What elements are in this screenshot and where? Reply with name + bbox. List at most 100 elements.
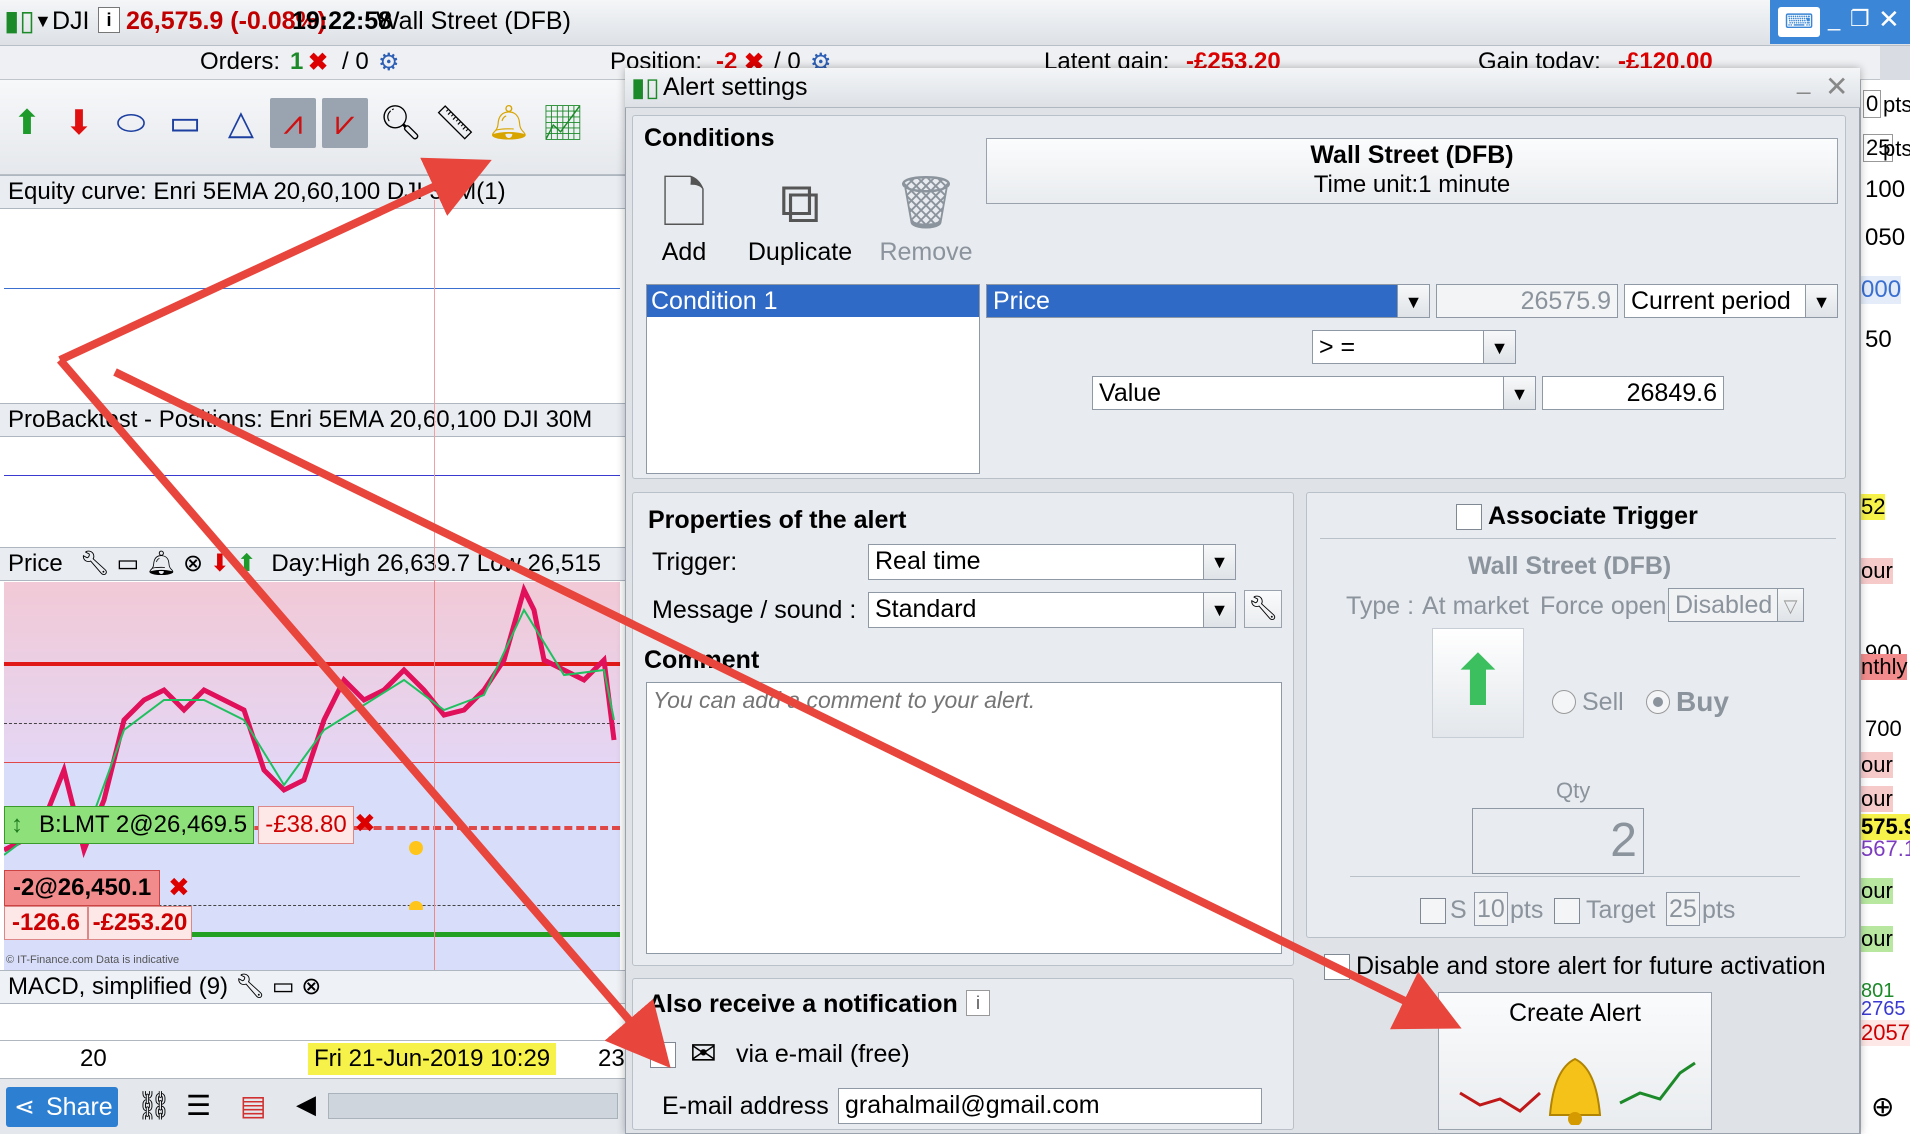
force-open-select[interactable]: Disabled ▽	[1668, 588, 1804, 622]
add-document-icon: 🗋︎	[661, 171, 707, 234]
limit-order-tag[interactable]: ↕ B:LMT 2@26,469.5	[4, 806, 254, 844]
price-select-chevron-icon: ▼	[1397, 285, 1429, 317]
symbol-label[interactable]: DJI	[52, 0, 90, 42]
orders-count[interactable]: 1	[290, 48, 303, 76]
restore-icon[interactable]: ❐	[1850, 6, 1870, 32]
stop-input[interactable]: 10	[1474, 892, 1508, 926]
cancel-orders-icon[interactable]: ✖	[308, 48, 328, 77]
trigger-select[interactable]: Real time ▼	[868, 544, 1236, 580]
instrument-box: Wall Street (DFB) Time unit:1 minute	[986, 138, 1838, 204]
trigger-select-value: Real time	[875, 547, 981, 575]
operator-select[interactable]: > = ▼	[1312, 330, 1516, 364]
period-chevron-icon: ▼	[1805, 285, 1837, 317]
ellipse-tool-icon[interactable]: ⬭	[108, 98, 154, 148]
trendline-tool-icon[interactable]: ⩘	[270, 98, 316, 148]
share-label: Share	[46, 1093, 113, 1121]
channel-tool-icon[interactable]: ⩗	[322, 98, 368, 148]
condition-list-item[interactable]: Condition 1	[647, 285, 979, 317]
dialog-titlebar[interactable]: ▮▯ Alert settings _ ✕	[625, 68, 1860, 108]
sound-select[interactable]: Standard ▼	[868, 592, 1236, 628]
link-icon[interactable]: ⛓︎	[136, 1089, 172, 1122]
close-position-tag-icon[interactable]: ✖	[168, 872, 190, 903]
limit-order-label: B:LMT 2@26,469.5	[39, 811, 248, 838]
zoom-in-icon[interactable]: ⊕	[1871, 1090, 1894, 1123]
macd-window-icon[interactable]: ▭	[272, 973, 295, 1000]
share-button[interactable]: ⋖ Share	[6, 1087, 118, 1127]
scroll-left-icon[interactable]: ◀	[296, 1089, 316, 1120]
value-input[interactable]: 26849.6	[1542, 376, 1724, 410]
chevron-down-icon[interactable]: ▼	[34, 0, 52, 42]
macd-wrench-icon[interactable]: 🔧︎	[235, 973, 265, 1000]
probacktest-panel-header: ProBacktest - Positions: Enri 5EMA 20,60…	[0, 403, 625, 437]
stop-checkbox[interactable]	[1420, 898, 1446, 924]
ladder-icon[interactable]: ▤	[240, 1089, 266, 1122]
cancel-limit-icon[interactable]: ✖	[354, 808, 376, 839]
right-axis-13: our	[1861, 752, 1893, 778]
candlestick-icon[interactable]: ▮▯	[4, 0, 35, 42]
minimize-icon[interactable]: _	[1828, 6, 1840, 32]
email-address-input[interactable]: grahalmail@gmail.com	[838, 1088, 1262, 1124]
period-select[interactable]: Current period ▼	[1624, 284, 1838, 318]
triangle-tool-icon[interactable]: △	[218, 98, 264, 148]
target-checkbox[interactable]	[1554, 898, 1580, 924]
associate-trigger-checkbox[interactable]	[1456, 504, 1482, 530]
duplicate-label: Duplicate	[747, 238, 853, 266]
stop-unit: pts	[1510, 896, 1544, 924]
dialog-minimize-icon[interactable]: _	[1797, 68, 1810, 96]
position-tag[interactable]: -2@26,450.1	[4, 870, 160, 906]
indicator-icon[interactable]: 📈︎	[540, 98, 586, 148]
ruler-icon[interactable]: 📏︎	[432, 98, 478, 148]
stop-label: S	[1450, 896, 1467, 924]
notification-info-icon[interactable]: i	[966, 990, 990, 1016]
sound-select-value: Standard	[875, 595, 977, 623]
sound-settings-button[interactable]: 🔧︎	[1244, 590, 1282, 628]
right-axis-5: 050	[1865, 224, 1906, 251]
time-axis-cursor: Fri 21-Jun-2019 10:29	[308, 1043, 557, 1075]
drag-handle-icon[interactable]: ↕	[11, 807, 23, 843]
add-condition-button[interactable]: 🗋︎ Add	[648, 168, 720, 268]
horizontal-scrollbar[interactable]	[328, 1093, 618, 1119]
right-axis-3: pts	[1883, 136, 1910, 161]
alert-bell-icon[interactable]: 🔔︎	[486, 98, 532, 148]
type-value: At market	[1422, 592, 1529, 620]
comment-textarea[interactable]	[646, 682, 1282, 954]
create-alert-button[interactable]: Create Alert	[1438, 992, 1712, 1130]
buy-radio[interactable]	[1646, 690, 1670, 714]
target-label: Target	[1586, 896, 1656, 924]
close-icon[interactable]: ✕	[1878, 4, 1900, 35]
sell-radio[interactable]	[1552, 690, 1576, 714]
email-checkbox[interactable]	[650, 1042, 676, 1068]
right-axis-14: our	[1861, 786, 1893, 812]
sell-arrow-icon[interactable]: ⬇	[56, 98, 102, 148]
value-type-select[interactable]: Value ▼	[1092, 376, 1536, 410]
right-axis-11: nthly	[1861, 654, 1908, 680]
buy-radio-dot	[1653, 697, 1663, 707]
target-input[interactable]: 25	[1666, 892, 1700, 926]
disable-store-checkbox[interactable]	[1324, 954, 1350, 980]
qty-input[interactable]: 2	[1472, 808, 1644, 874]
report-icon[interactable]: ☰	[186, 1089, 211, 1122]
dialog-close-icon[interactable]: ✕	[1825, 70, 1848, 103]
price-select-value: Price	[993, 287, 1050, 315]
right-axis-0[interactable]: 0	[1863, 90, 1882, 118]
rectangle-tool-icon[interactable]: ▭	[162, 98, 208, 148]
force-open-chevron-icon: ▽	[1777, 589, 1803, 621]
sell-label: Sell	[1582, 688, 1624, 716]
price-select[interactable]: Price ▼	[986, 284, 1430, 318]
trigger-chevron-icon: ▼	[1203, 545, 1235, 579]
properties-title: Properties of the alert	[648, 506, 907, 534]
zoom-icon[interactable]: 🔍︎	[378, 98, 424, 148]
cursor-line-upper	[434, 200, 435, 570]
associate-trigger-title: Associate Trigger	[1488, 502, 1698, 530]
position-pts: -126.6	[4, 906, 88, 940]
keyboard-icon[interactable]: ⌨	[1778, 7, 1820, 37]
envelope-icon: ✉	[690, 1035, 717, 1071]
remove-condition-button[interactable]: 🗑︎ Remove	[874, 168, 978, 268]
sound-chevron-icon: ▼	[1203, 593, 1235, 627]
value-type-value: Value	[1099, 379, 1162, 407]
duplicate-condition-button[interactable]: ⧉ Duplicate	[738, 168, 862, 268]
info-icon[interactable]: i	[98, 7, 120, 33]
gear-icon[interactable]: ⚙	[378, 48, 400, 77]
macd-close-icon[interactable]: ⊗	[301, 973, 321, 1000]
buy-arrow-icon[interactable]: ⬆	[4, 98, 50, 148]
